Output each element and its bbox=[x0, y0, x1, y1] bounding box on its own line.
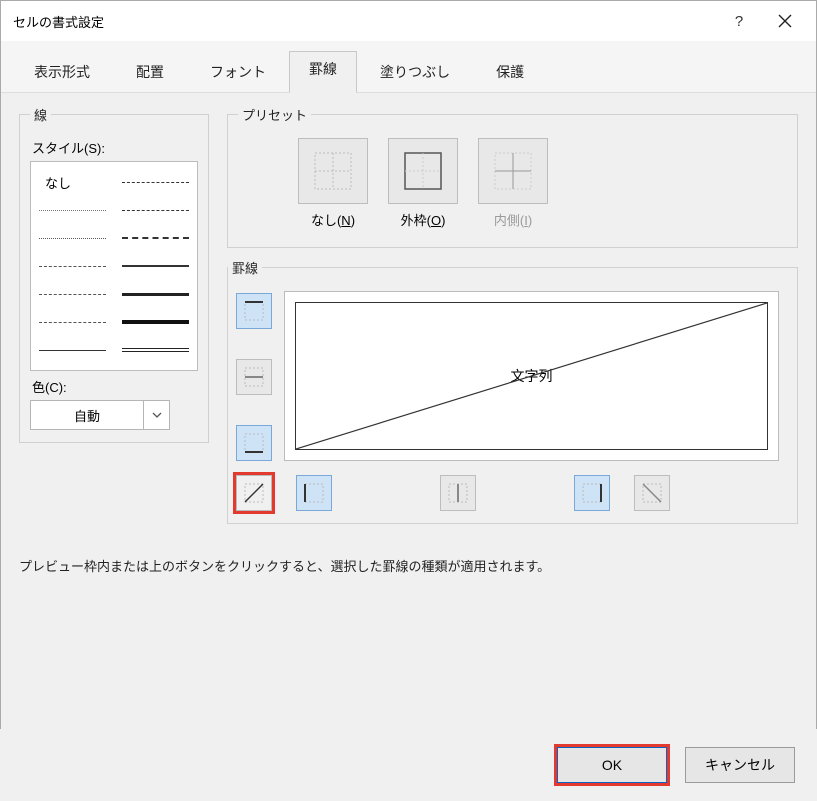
preset-none-label: なし(N) bbox=[298, 210, 368, 229]
line-style-dashed-1[interactable] bbox=[39, 259, 106, 273]
tab-protection[interactable]: 保護 bbox=[473, 51, 547, 93]
ok-button[interactable]: OK bbox=[557, 747, 667, 783]
line-style-medium[interactable] bbox=[122, 259, 189, 273]
line-style-dashed-1b[interactable] bbox=[122, 175, 189, 189]
color-value: 自動 bbox=[31, 406, 143, 425]
tab-fill[interactable]: 塗りつぶし bbox=[357, 51, 473, 93]
dialog-footer: OK キャンセル bbox=[0, 729, 817, 801]
line-style-dashdotdot[interactable] bbox=[39, 315, 106, 329]
border-middle-h-button[interactable] bbox=[236, 359, 272, 395]
line-style-thin[interactable] bbox=[39, 343, 106, 357]
panel-border: 線 スタイル(S): なし bbox=[1, 93, 816, 753]
color-label: 色(C): bbox=[32, 377, 198, 396]
border-preview[interactable]: 文字列 bbox=[284, 291, 779, 461]
line-style-double[interactable] bbox=[122, 343, 189, 357]
preset-inside-label: 内側(I) bbox=[478, 210, 548, 229]
group-border: 罫線 bbox=[227, 258, 798, 524]
preset-none[interactable] bbox=[298, 138, 368, 204]
chevron-down-icon[interactable] bbox=[143, 401, 169, 429]
tab-alignment[interactable]: 配置 bbox=[113, 51, 187, 93]
border-diagonal-down-button[interactable] bbox=[634, 475, 670, 511]
line-style-none[interactable]: なし bbox=[39, 175, 106, 189]
border-left-button[interactable] bbox=[296, 475, 332, 511]
border-right-button[interactable] bbox=[574, 475, 610, 511]
group-line-legend: 線 bbox=[30, 105, 51, 124]
cancel-button[interactable]: キャンセル bbox=[685, 747, 795, 783]
style-label: スタイル(S): bbox=[32, 138, 198, 157]
preset-outline-label: 外枠(O) bbox=[388, 210, 458, 229]
line-style-dashdot[interactable] bbox=[39, 287, 106, 301]
border-bottom-button[interactable] bbox=[236, 425, 272, 461]
line-style-mdashdot[interactable] bbox=[122, 203, 189, 217]
tab-number-format[interactable]: 表示形式 bbox=[11, 51, 113, 93]
dialog-title: セルの書式設定 bbox=[13, 12, 716, 31]
close-button[interactable] bbox=[762, 5, 808, 37]
help-text: プレビュー枠内または上のボタンをクリックすると、選択した罫線の種類が適用されます… bbox=[19, 556, 798, 575]
line-style-list[interactable]: なし bbox=[30, 161, 198, 371]
line-style-extra-thick[interactable] bbox=[122, 315, 189, 329]
preset-inside bbox=[478, 138, 548, 204]
tab-border[interactable]: 罫線 bbox=[289, 51, 357, 93]
tab-bar: 表示形式 配置 フォント 罫線 塗りつぶし 保護 bbox=[1, 41, 816, 93]
border-top-button[interactable] bbox=[236, 293, 272, 329]
border-diagonal-up-button[interactable] bbox=[236, 475, 272, 511]
titlebar: セルの書式設定 ? bbox=[1, 1, 816, 41]
group-border-legend: 罫線 bbox=[228, 258, 262, 277]
help-button[interactable]: ? bbox=[716, 5, 762, 37]
group-preset-legend: プリセット bbox=[238, 105, 311, 124]
group-preset: プリセット なし(N) 外枠(O) bbox=[227, 105, 798, 248]
line-style-thick[interactable] bbox=[122, 287, 189, 301]
group-line: 線 スタイル(S): なし bbox=[19, 105, 209, 443]
border-middle-v-button[interactable] bbox=[440, 475, 476, 511]
line-style-dotted-1[interactable] bbox=[39, 203, 106, 217]
line-style-dashed-2[interactable] bbox=[122, 231, 189, 245]
line-style-dotted-2[interactable] bbox=[39, 231, 106, 245]
preset-outline[interactable] bbox=[388, 138, 458, 204]
tab-font[interactable]: フォント bbox=[187, 51, 289, 93]
color-select[interactable]: 自動 bbox=[30, 400, 170, 430]
